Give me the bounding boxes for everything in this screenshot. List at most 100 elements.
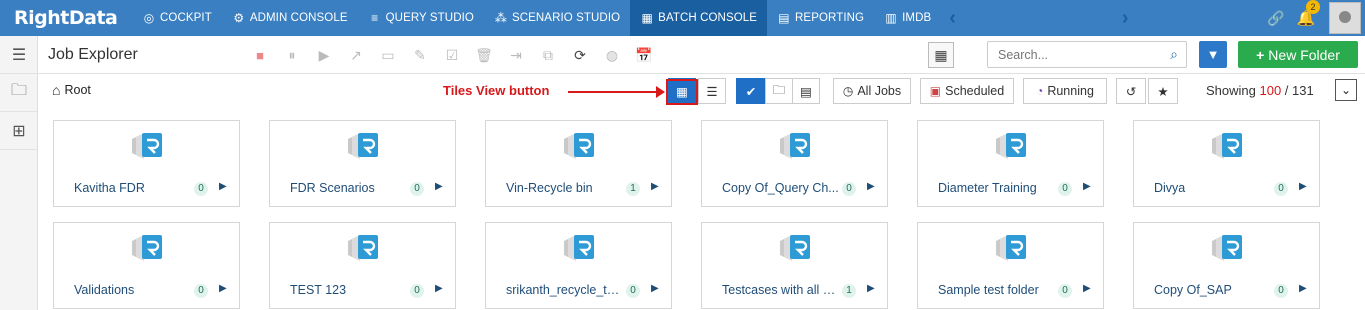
share-icon[interactable]: ↗ [340, 47, 372, 64]
search-box[interactable]: ⌕ [987, 41, 1187, 68]
folder-tile[interactable]: Copy Of_Query Ch... 0 ▶ [701, 120, 888, 207]
nav-cockpit[interactable]: ◎ COCKPIT [132, 0, 222, 36]
nav-query-studio[interactable]: ≡ QUERY STUDIO [358, 0, 484, 36]
caret-right-icon[interactable]: ▶ [651, 283, 659, 294]
filter-button[interactable]: ▼ [1199, 41, 1227, 68]
pause-icon[interactable]: ⏸ [276, 47, 308, 64]
calculator-button[interactable]: ▦ [928, 36, 954, 74]
globe-icon[interactable]: ◍ [596, 47, 628, 64]
caret-right-icon[interactable]: ▶ [651, 181, 659, 192]
scenario-icon: ⁂ [494, 11, 507, 25]
folder-tile[interactable]: FDR Scenarios 0 ▶ [269, 120, 456, 207]
nav-scenario-studio[interactable]: ⁂ SCENARIO STUDIO [484, 0, 630, 36]
rightdata-logo[interactable]: RightData [0, 0, 132, 36]
home-icon: ⌂ [52, 82, 61, 98]
caret-right-icon[interactable]: ▶ [1299, 283, 1307, 294]
new-folder-button[interactable]: + New Folder [1238, 41, 1358, 68]
delete-icon[interactable]: 🗑 [468, 47, 500, 64]
folder-logo-icon [564, 133, 594, 159]
caret-right-icon[interactable]: ▶ [867, 283, 875, 294]
edit-icon[interactable]: ✎ [404, 47, 436, 64]
folder-tile[interactable]: Diameter Training 0 ▶ [917, 120, 1104, 207]
nav-scroll-right-icon[interactable]: › [1114, 7, 1137, 30]
nav-scroll-left-icon[interactable]: ‹ [941, 7, 964, 30]
nav-admin-console[interactable]: ⚙ ADMIN CONSOLE [222, 0, 358, 36]
folder-tile[interactable]: Vin-Recycle bin 1 ▶ [485, 120, 672, 207]
folder-tile-name: Testcases with all d... [722, 283, 840, 297]
user-avatar[interactable] [1329, 2, 1361, 34]
folder-tile[interactable]: Testcases with all d... 1 ▶ [701, 222, 888, 309]
running-label: Running [1047, 84, 1094, 98]
nav-query-studio-label: QUERY STUDIO [385, 12, 474, 24]
folder-tile-count: 0 [410, 284, 424, 298]
caret-right-icon[interactable]: ▶ [435, 181, 443, 192]
avatar-head-icon [1339, 11, 1351, 23]
caret-right-icon[interactable]: ▶ [1083, 283, 1091, 294]
nav-reporting[interactable]: ▤ REPORTING [767, 0, 874, 36]
nav-imdb[interactable]: ▥ IMDB [874, 0, 941, 36]
all-jobs-button[interactable]: ◷ All Jobs [833, 78, 911, 104]
folder-tile-name: Kavitha FDR [74, 181, 145, 195]
folder-tile[interactable]: srikanth_recycle_te... 0 ▶ [485, 222, 672, 309]
jobs-list-button[interactable]: ▤ [792, 78, 820, 104]
database-icon: ≡ [371, 11, 379, 25]
notification-bell-icon[interactable]: 🔔 2 [1291, 0, 1321, 27]
folder-tile[interactable]: Copy Of_SAP 0 ▶ [1133, 222, 1320, 309]
caret-right-icon[interactable]: ▶ [867, 181, 875, 192]
view-bar: ⌂ Root Tiles View button ▦ ☰ ✔ 🗀 ▤ ◷ All… [38, 74, 1365, 108]
folder-icon[interactable]: 🗀 [0, 74, 38, 112]
hamburger-menu-icon[interactable]: ☰ [0, 36, 38, 74]
nav-batch-console[interactable]: ▦ BATCH CONSOLE [630, 0, 768, 36]
search-icon[interactable]: ⌕ [1170, 46, 1178, 63]
annotation-arrow-line [568, 91, 660, 93]
caret-right-icon[interactable]: ▶ [1083, 181, 1091, 192]
folder-logo-icon [348, 235, 378, 261]
monitor-icon[interactable]: ▭ [372, 47, 404, 64]
showing-number: 100 [1259, 83, 1282, 98]
folder-tile[interactable]: Divya 0 ▶ [1133, 120, 1320, 207]
caret-right-icon[interactable]: ▶ [1299, 181, 1307, 192]
copy-icon[interactable]: ⧉ [532, 47, 564, 64]
folder-logo-icon [1212, 235, 1242, 261]
scheduled-label: Scheduled [945, 84, 1005, 98]
breadcrumb[interactable]: ⌂ Root [52, 82, 91, 98]
filter-icon: ▼ [1206, 47, 1220, 62]
check-edit-icon[interactable]: ☑ [436, 47, 468, 64]
list-view-button[interactable]: ☰ [698, 78, 726, 104]
showing-count: Showing 100 / 131 [1206, 83, 1314, 98]
folder-tile[interactable]: Kavitha FDR 0 ▶ [53, 120, 240, 207]
folder-tile[interactable]: Validations 0 ▶ [53, 222, 240, 309]
schedule-calendar-icon[interactable]: 📅 [628, 47, 660, 64]
caret-right-icon[interactable]: ▶ [435, 283, 443, 294]
stop-icon[interactable]: ■ [244, 48, 276, 63]
folder-tile-count: 0 [410, 182, 424, 196]
folder-logo-icon [1212, 133, 1242, 159]
caret-right-icon[interactable]: ▶ [219, 283, 227, 294]
folder-tile-name: Diameter Training [938, 181, 1037, 195]
favorites-button[interactable]: ★ [1148, 78, 1178, 104]
new-folder-label: New Folder [1268, 46, 1340, 63]
folder-logo-icon [564, 235, 594, 261]
play-icon[interactable]: ▶ [308, 47, 340, 64]
link-icon[interactable]: 🔗 [1261, 10, 1291, 27]
move-icon[interactable]: ⇥ [500, 47, 532, 64]
folder-tile-name: TEST 123 [290, 283, 347, 297]
select-all-button[interactable]: ✔ [736, 78, 766, 104]
job-toolbar: ■ ⏸ ▶ ↗ ▭ ✎ ☑ 🗑 ⇥ ⧉ ⟳ ◍ 📅 [244, 36, 660, 74]
refresh-icon[interactable]: ⟳ [564, 47, 596, 64]
nav-cockpit-label: COCKPIT [160, 12, 212, 24]
history-button[interactable]: ↺ [1116, 78, 1146, 104]
folder-tile-count: 0 [194, 284, 208, 298]
add-folder-icon[interactable]: ⊞ [0, 112, 38, 150]
folder-tile-count: 0 [1058, 284, 1072, 298]
folder-tile-name: Divya [1154, 181, 1186, 195]
folder-tile[interactable]: TEST 123 0 ▶ [269, 222, 456, 309]
folder-tile[interactable]: Sample test folder 0 ▶ [917, 222, 1104, 309]
expand-chevron-icon[interactable]: ⌄ [1335, 79, 1357, 101]
folder-filter-button[interactable]: 🗀 [765, 78, 793, 104]
search-input[interactable] [998, 47, 1163, 62]
running-button[interactable]: ◔ Running [1023, 78, 1107, 104]
caret-right-icon[interactable]: ▶ [219, 181, 227, 192]
scheduled-button[interactable]: ▣ Scheduled [920, 78, 1014, 104]
gear-icon: ⚙ [233, 11, 245, 25]
